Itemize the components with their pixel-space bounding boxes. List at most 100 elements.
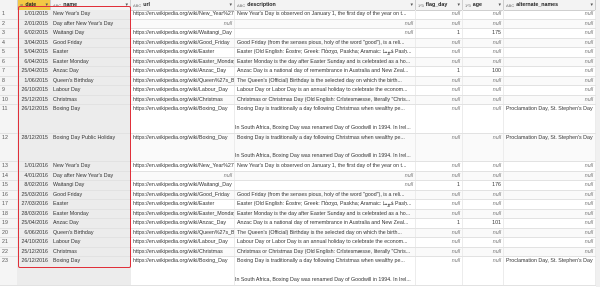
table-row[interactable]: 23 26/12/2016 Boxing Day https://en.wikiped… bbox=[0, 257, 600, 286]
cell-alternate-names[interactable]: null bbox=[504, 181, 596, 190]
cell-url[interactable]: https://en.wikipedia.org/wiki/Labour_Day bbox=[131, 86, 235, 95]
cell-description[interactable]: Christmas or Christmas Day (Old English:… bbox=[235, 95, 416, 104]
cell-flag-day[interactable]: null bbox=[416, 95, 463, 104]
cell-age[interactable]: null bbox=[463, 133, 504, 161]
row-number[interactable]: 14 bbox=[0, 171, 18, 180]
row-number[interactable]: 20 bbox=[0, 228, 18, 237]
table-row[interactable]: 18 28/03/2016 Easter Monday https://en.wiki… bbox=[0, 209, 600, 219]
cell-alternate-names[interactable]: null bbox=[504, 209, 596, 218]
cell-url[interactable]: https://en.wikipedia.org/wiki/Anzac_Day bbox=[131, 67, 235, 76]
row-number[interactable]: 10 bbox=[0, 95, 18, 104]
cell-flag-day[interactable]: null bbox=[416, 10, 463, 19]
cell-date[interactable]: 1/01/2016 bbox=[18, 162, 51, 171]
cell-name[interactable]: Day after New Year's Day bbox=[51, 171, 131, 180]
column-header-flag-day[interactable]: 1²3 flag_day ▾ bbox=[416, 0, 463, 10]
cell-alternate-names[interactable]: null bbox=[504, 76, 596, 85]
cell-date[interactable]: 27/03/2016 bbox=[18, 200, 51, 209]
row-number[interactable]: 3 bbox=[0, 29, 18, 38]
cell-alternate-names[interactable]: null bbox=[504, 19, 596, 28]
cell-flag-day[interactable]: 1 bbox=[416, 181, 463, 190]
row-number[interactable]: 4 bbox=[0, 38, 18, 47]
cell-name[interactable]: Easter bbox=[51, 200, 131, 209]
table-row[interactable]: 8 1/06/2015 Queen's Birthday https://en.wik… bbox=[0, 76, 600, 86]
cell-url[interactable]: https://en.wikipedia.org/wiki/Easter_Mon… bbox=[131, 57, 235, 66]
cell-date[interactable]: 26/12/2016 bbox=[18, 257, 51, 285]
cell-description[interactable]: null bbox=[235, 181, 416, 190]
cell-age[interactable]: 100 bbox=[463, 67, 504, 76]
filter-dropdown-icon[interactable]: ▾ bbox=[590, 2, 593, 8]
cell-flag-day[interactable]: null bbox=[416, 133, 463, 161]
cell-date[interactable]: 25/03/2016 bbox=[18, 190, 51, 199]
filter-dropdown-icon[interactable]: ▾ bbox=[229, 2, 232, 8]
cell-description[interactable]: The Queen's (Official) Birthday is the s… bbox=[235, 228, 416, 237]
cell-alternate-names[interactable]: null bbox=[504, 190, 596, 199]
cell-url[interactable]: https://en.wikipedia.org/wiki/Christmas bbox=[131, 247, 235, 256]
cell-description[interactable]: Easter (Old English: Ēostre; Greek: Πάσχ… bbox=[235, 200, 416, 209]
cell-name[interactable]: Queen's Birthday bbox=[51, 228, 131, 237]
row-number[interactable]: 13 bbox=[0, 162, 18, 171]
column-header-corner[interactable] bbox=[0, 0, 18, 10]
cell-name[interactable]: Day after New Year's Day bbox=[51, 19, 131, 28]
cell-date[interactable]: 28/12/2015 bbox=[18, 133, 51, 161]
cell-name[interactable]: Anzac Day bbox=[51, 67, 131, 76]
cell-name[interactable]: New Year's Day bbox=[51, 10, 131, 19]
cell-flag-day[interactable]: null bbox=[416, 86, 463, 95]
cell-age[interactable]: null bbox=[463, 247, 504, 256]
row-number[interactable]: 15 bbox=[0, 181, 18, 190]
cell-date[interactable]: 6/06/2016 bbox=[18, 228, 51, 237]
cell-name[interactable]: Queen's Birthday bbox=[51, 76, 131, 85]
table-row[interactable]: 6 6/04/2015 Easter Monday https://en.wikipe… bbox=[0, 57, 600, 67]
cell-age[interactable]: 101 bbox=[463, 219, 504, 228]
table-row[interactable]: 17 27/03/2016 Easter https://en.wikipedia.o… bbox=[0, 200, 600, 210]
cell-url[interactable]: null bbox=[131, 171, 235, 180]
cell-url[interactable]: https://en.wikipedia.org/wiki/Boxing_Day bbox=[131, 105, 235, 133]
row-number[interactable]: 21 bbox=[0, 238, 18, 247]
cell-date[interactable]: 4/01/2016 bbox=[18, 171, 51, 180]
cell-description[interactable]: Boxing Day is traditionally a day follow… bbox=[235, 257, 416, 285]
cell-flag-day[interactable]: null bbox=[416, 76, 463, 85]
table-row[interactable]: 2 2/01/2015 Day after New Year's Day null nu… bbox=[0, 19, 600, 29]
cell-date[interactable]: 6/02/2015 bbox=[18, 29, 51, 38]
cell-description[interactable]: Easter Monday is the day after Easter Su… bbox=[235, 57, 416, 66]
cell-name[interactable]: Easter Monday bbox=[51, 57, 131, 66]
table-row[interactable]: 16 25/03/2016 Good Friday https://en.wikipe… bbox=[0, 190, 600, 200]
row-number[interactable]: 2 bbox=[0, 19, 18, 28]
cell-url[interactable]: https://en.wikipedia.org/wiki/Boxing_Day bbox=[131, 133, 235, 161]
filter-dropdown-icon[interactable]: ▾ bbox=[45, 2, 48, 8]
cell-flag-day[interactable]: null bbox=[416, 162, 463, 171]
table-row[interactable]: 14 4/01/2016 Day after New Year's Day null n… bbox=[0, 171, 600, 181]
cell-flag-day[interactable]: null bbox=[416, 38, 463, 47]
cell-url[interactable]: https://en.wikipedia.org/wiki/Easter bbox=[131, 200, 235, 209]
cell-alternate-names[interactable]: null bbox=[504, 219, 596, 228]
filter-dropdown-icon[interactable]: ▾ bbox=[498, 2, 501, 8]
table-row[interactable]: 9 26/10/2015 Labour Day https://en.wikipedi… bbox=[0, 86, 600, 96]
row-number[interactable]: 22 bbox=[0, 247, 18, 256]
cell-age[interactable]: null bbox=[463, 57, 504, 66]
cell-date[interactable]: 26/10/2015 bbox=[18, 86, 51, 95]
cell-name[interactable]: Christmas bbox=[51, 95, 131, 104]
cell-alternate-names[interactable]: null bbox=[504, 48, 596, 57]
cell-age[interactable]: null bbox=[463, 238, 504, 247]
table-row[interactable]: 3 6/02/2015 Waitangi Day https://en.wikiped… bbox=[0, 29, 600, 39]
cell-date[interactable]: 8/02/2016 bbox=[18, 181, 51, 190]
cell-flag-day[interactable]: null bbox=[416, 48, 463, 57]
cell-age[interactable]: null bbox=[463, 228, 504, 237]
row-number[interactable]: 1 bbox=[0, 10, 18, 19]
cell-url[interactable]: null bbox=[131, 19, 235, 28]
cell-date[interactable]: 5/04/2015 bbox=[18, 48, 51, 57]
cell-name[interactable]: Labour Day bbox=[51, 86, 131, 95]
cell-flag-day[interactable]: 1 bbox=[416, 219, 463, 228]
cell-name[interactable]: Waitangi Day bbox=[51, 181, 131, 190]
cell-date[interactable]: 25/04/2016 bbox=[18, 219, 51, 228]
cell-description[interactable]: Boxing Day is traditionally a day follow… bbox=[235, 105, 416, 133]
cell-date[interactable]: 2/01/2015 bbox=[18, 19, 51, 28]
cell-description[interactable]: Easter Monday is the day after Easter Su… bbox=[235, 209, 416, 218]
cell-name[interactable]: Labour Day bbox=[51, 238, 131, 247]
cell-alternate-names[interactable]: null bbox=[504, 10, 596, 19]
cell-flag-day[interactable]: null bbox=[416, 257, 463, 285]
cell-alternate-names[interactable]: null bbox=[504, 238, 596, 247]
cell-age[interactable]: null bbox=[463, 200, 504, 209]
cell-alternate-names[interactable]: null bbox=[504, 67, 596, 76]
row-number[interactable]: 12 bbox=[0, 133, 18, 161]
cell-age[interactable]: null bbox=[463, 48, 504, 57]
